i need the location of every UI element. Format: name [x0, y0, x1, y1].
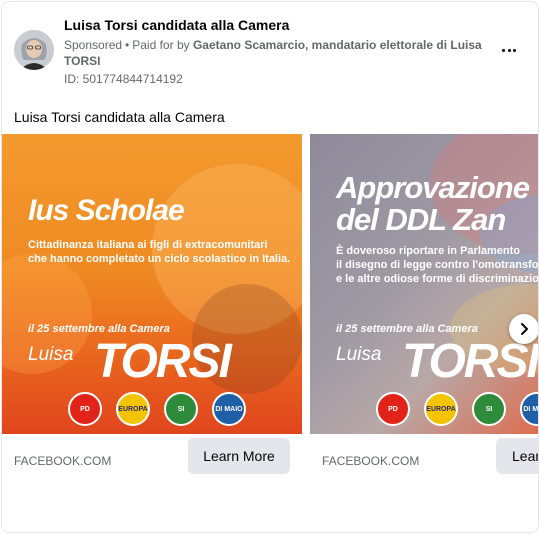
carousel: Ius Scholae Cittadinanza italiana ai fig…	[2, 134, 538, 484]
party-logos: PD EUROPA SI DI MAIO	[64, 392, 264, 430]
sponsored-meta: Sponsored • Paid for by Gaetano Scamarcio,…	[64, 37, 484, 69]
creative-headline: Approvazione	[336, 170, 530, 205]
page-name[interactable]: Luisa Torsi candidata alla Camera	[64, 17, 289, 33]
candidate-last-name: TORSI	[94, 335, 232, 388]
party-logo-si: SI	[164, 392, 198, 426]
more-horizontal-icon-dot	[507, 48, 511, 52]
subtext-line: il disegno di legge contro l'omotransfob	[336, 259, 538, 271]
ad-id: ID: 501774844714192	[64, 72, 183, 86]
creative-subtext: Cittadinanza italiana ai figli di extrac…	[28, 238, 302, 266]
learn-more-button[interactable]: Lear	[496, 438, 538, 474]
carousel-card-footer: FACEBOOK.COM Learn More	[2, 434, 302, 484]
party-logo-si: SI	[472, 392, 506, 426]
profile-photo	[14, 30, 54, 70]
subtext-line: Cittadinanza italiana ai figli di extrac…	[28, 239, 268, 251]
subtext-line: e le altre odiose forme di discriminazio…	[336, 273, 538, 285]
carousel-next-button[interactable]	[509, 314, 538, 344]
avatar[interactable]	[14, 30, 54, 70]
party-logos: PD EUROPA SI DI MAIO	[372, 392, 538, 430]
more-horizontal-icon	[502, 48, 506, 52]
link-domain[interactable]: FACEBOOK.COM	[14, 454, 111, 468]
sponsored-label[interactable]: Sponsored	[64, 38, 122, 52]
party-logo-di-maio: DI MAIO	[520, 392, 538, 426]
party-logo-europa: EUROPA	[116, 392, 150, 426]
post-body-text: Luisa Torsi candidata alla Camera	[14, 109, 225, 125]
chevron-right-icon	[521, 323, 528, 335]
party-logo-pd: PD	[68, 392, 102, 426]
more-options-button[interactable]	[497, 40, 521, 60]
carousel-card[interactable]: Ius Scholae Cittadinanza italiana ai fig…	[2, 134, 302, 484]
carousel-card[interactable]: Approvazione del DDL Zan È doveroso ripo…	[310, 134, 538, 484]
ad-creative-image[interactable]: Ius Scholae Cittadinanza italiana ai fig…	[2, 134, 302, 434]
ad-creative-image[interactable]: Approvazione del DDL Zan È doveroso ripo…	[310, 134, 538, 434]
subtext-line: che hanno completato un ciclo scolastico…	[28, 253, 291, 265]
carousel-card-footer: FACEBOOK.COM Lear	[310, 434, 538, 484]
link-domain[interactable]: FACEBOOK.COM	[322, 454, 419, 468]
candidate-first-name: Luisa	[336, 344, 382, 365]
creative-headline: del DDL Zan	[336, 202, 506, 237]
creative-subtext: È doveroso riportare in Parlamento il di…	[336, 244, 538, 286]
candidate-first-name: Luisa	[28, 344, 74, 365]
more-horizontal-icon-dot	[512, 48, 516, 52]
party-logo-europa: EUROPA	[424, 392, 458, 426]
learn-more-button[interactable]: Learn More	[188, 438, 290, 474]
ad-card: Luisa Torsi candidata alla Camera Sponso…	[1, 1, 539, 533]
party-logo-di-maio: DI MAIO	[212, 392, 246, 426]
subtext-line: È doveroso riportare in Parlamento	[336, 245, 520, 257]
paid-for-prefix: Paid for by	[132, 38, 190, 52]
creative-headline: Ius Scholae	[28, 194, 185, 227]
party-logo-pd: PD	[376, 392, 410, 426]
meta-separator: •	[125, 38, 130, 52]
